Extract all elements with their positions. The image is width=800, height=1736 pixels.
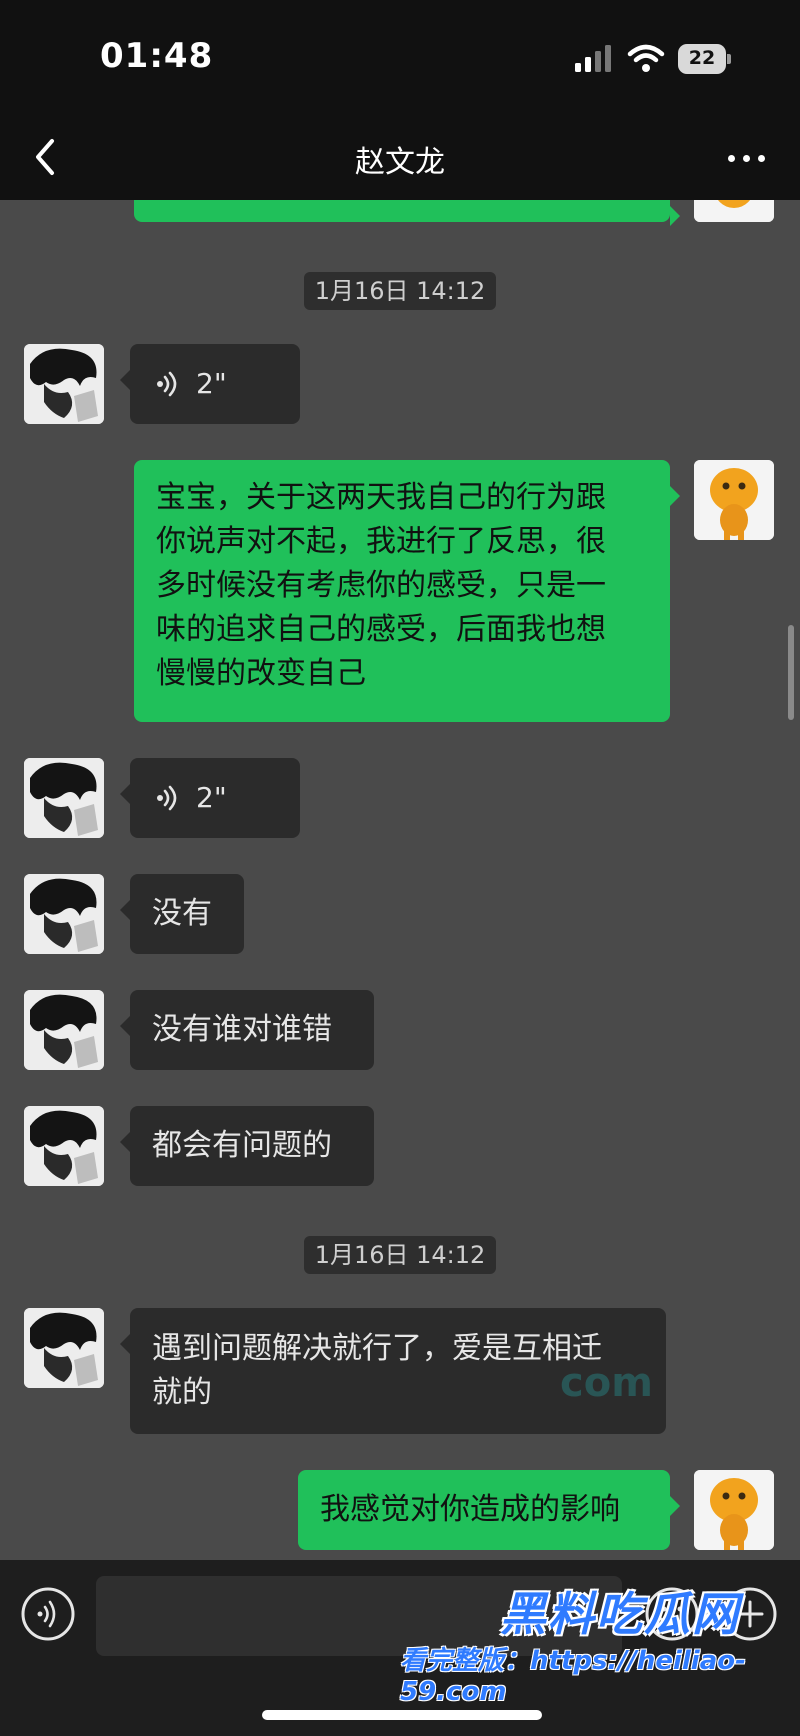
voice-wave-icon: [157, 785, 177, 811]
nav-bar: 赵文龙: [0, 115, 800, 200]
message-bubble-sent[interactable]: [134, 200, 680, 226]
scroll-indicator[interactable]: [788, 625, 794, 720]
avatar-other[interactable]: [24, 1308, 104, 1388]
avatar-other-image: [24, 758, 104, 838]
avatar-other[interactable]: [24, 874, 104, 954]
message-line: 味的追求自己的感受，后面我也想: [156, 612, 606, 647]
message-text: 没有: [152, 896, 212, 931]
voice-wave-icon: [157, 371, 177, 397]
more-dots-icon: [728, 155, 735, 162]
wifi-icon: [627, 44, 665, 72]
message-line: 多时候没有考虑你的感受，只是一: [156, 568, 606, 603]
avatar-other-image: [24, 1308, 104, 1388]
chat-area[interactable]: 1月16日 14:12 2" 宝宝，关于这两天我自己的行为跟 你说声对不起，我进…: [0, 200, 800, 1560]
message-line: 你说声对不起，我进行了反思，很: [156, 524, 606, 559]
avatar-self-image: [694, 200, 774, 222]
avatar-other-image: [24, 874, 104, 954]
message-bubble-received[interactable]: 都会有问题的: [120, 1106, 374, 1186]
battery-indicator: 22: [678, 44, 731, 74]
avatar-other[interactable]: [24, 990, 104, 1070]
voice-duration: 2": [196, 781, 227, 814]
status-bar: 01:48 22: [0, 0, 800, 115]
avatar-other[interactable]: [24, 344, 104, 424]
watermark-url: 看完整版：https://heiliao-59.com: [400, 1646, 746, 1707]
watermark-overlay: com: [560, 1360, 653, 1406]
avatar-self[interactable]: [694, 200, 774, 222]
message-bubble-received[interactable]: 没有谁对谁错: [120, 990, 374, 1070]
timestamp: 1月16日 14:12: [304, 272, 496, 310]
message-bubble-sent[interactable]: 宝宝，关于这两天我自己的行为跟 你说声对不起，我进行了反思，很 多时候没有考虑你…: [134, 460, 680, 722]
avatar-other[interactable]: [24, 758, 104, 838]
status-time: 01:48: [100, 36, 214, 76]
avatar-self-image: [694, 460, 774, 540]
avatar-other[interactable]: [24, 1106, 104, 1186]
more-button[interactable]: [716, 135, 776, 181]
avatar-other-image: [24, 990, 104, 1070]
message-bubble-received[interactable]: 没有: [120, 874, 244, 954]
avatar-other-image: [24, 344, 104, 424]
home-indicator[interactable]: [262, 1710, 542, 1720]
battery-level: 22: [688, 47, 716, 69]
timestamp: 1月16日 14:12: [304, 1236, 496, 1274]
message-text: 我感觉对你造成的影响: [320, 1492, 620, 1527]
chat-title: 赵文龙: [355, 145, 445, 180]
signal-bars-icon: [575, 45, 611, 72]
message-line: 宝宝，关于这两天我自己的行为跟: [156, 480, 606, 515]
back-button[interactable]: [22, 129, 72, 185]
message-bubble-sent[interactable]: 我感觉对你造成的影响: [298, 1470, 680, 1550]
avatar-other-image: [24, 1106, 104, 1186]
message-text: 没有谁对谁错: [152, 1012, 332, 1047]
message-line: 慢慢的改变自己: [156, 656, 366, 691]
avatar-self-image: [694, 1470, 774, 1550]
voice-duration: 2": [196, 367, 227, 400]
voice-toggle-icon[interactable]: [20, 1586, 76, 1642]
message-text: 都会有问题的: [152, 1128, 332, 1163]
avatar-self[interactable]: [694, 1470, 774, 1550]
voice-message[interactable]: 2": [120, 344, 300, 424]
avatar-self[interactable]: [694, 460, 774, 540]
watermark-logo: 黑料吃瓜网: [500, 1587, 740, 1641]
voice-message[interactable]: 2": [120, 758, 300, 838]
